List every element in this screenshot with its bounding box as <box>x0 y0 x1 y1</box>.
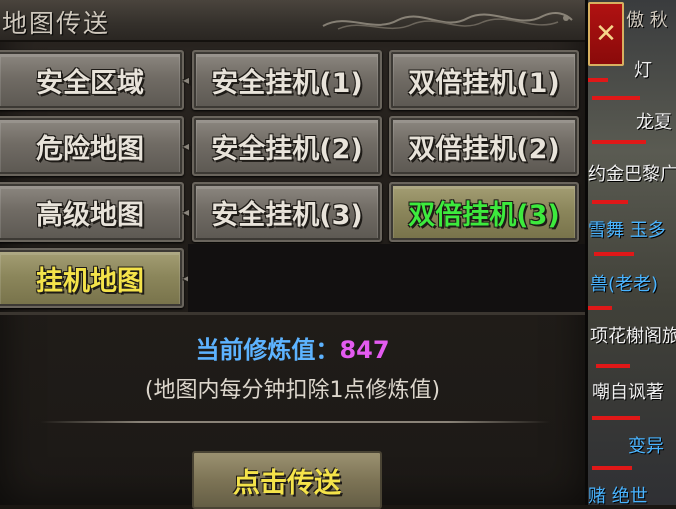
window-title: 地图传送 <box>2 9 111 38</box>
map-label: 安全挂机(2) <box>211 133 363 165</box>
tab-danger-map[interactable]: 危险地图 ◂ <box>0 116 189 176</box>
side-item: 雪舞 玉多 <box>588 220 666 241</box>
map-double-afk-1[interactable]: 双倍挂机(1) <box>389 50 579 110</box>
map-label: 安全挂机(3) <box>211 199 363 231</box>
map-label: 双倍挂机(2) <box>408 133 560 165</box>
side-item: 兽(老老) <box>590 274 659 295</box>
tab-label: 高级地图 <box>36 199 144 231</box>
cultivation-info: 当前修炼值：847 <box>0 330 585 365</box>
side-player-list: 傲 秋 灯 龙夏 约金巴黎广 雪舞 玉多 兽(老老) 项花榭阁旅 嘲自讽著 变异… <box>588 0 676 505</box>
close-button[interactable]: ✕ <box>588 2 624 66</box>
tab-label: 安全区域 <box>36 67 144 99</box>
title-bar[interactable]: 地图传送 <box>0 0 585 42</box>
tab-label: 挂机地图 <box>36 265 144 297</box>
separator <box>40 421 550 423</box>
map-double-afk-2[interactable]: 双倍挂机(2) <box>389 116 579 176</box>
map-safe-afk-2[interactable]: 安全挂机(2) <box>192 116 382 176</box>
close-icon: ✕ <box>595 19 617 49</box>
hp-bar <box>592 140 646 144</box>
tab-safe-zone[interactable]: 安全区域 ◂ <box>0 50 189 110</box>
tab-afk-map[interactable]: 挂机地图 ◂ <box>0 248 189 308</box>
empty-map-slot-area <box>188 244 585 312</box>
side-item: 变异 <box>628 436 664 457</box>
tab-arrow-icon: ◂ <box>183 73 190 87</box>
side-item: 灯 <box>634 60 652 81</box>
tab-label: 危险地图 <box>36 133 144 165</box>
tab-arrow-icon: ◂ <box>183 139 190 153</box>
side-item: 约金巴黎广 <box>588 164 676 185</box>
hp-bar <box>596 364 630 368</box>
map-safe-afk-3[interactable]: 安全挂机(3) <box>192 182 382 242</box>
side-item: 赌 绝世 <box>588 486 648 505</box>
side-item: 嘲自讽著 <box>592 382 664 403</box>
hp-bar <box>594 252 634 256</box>
cultivation-label: 当前修炼值： <box>195 336 340 364</box>
hp-bar <box>592 96 640 100</box>
teleport-button[interactable]: 点击传送 <box>192 451 382 509</box>
cost-note: (地图内每分钟扣除1点修炼值) <box>144 378 441 403</box>
tab-advanced-map[interactable]: 高级地图 ◂ <box>0 182 189 242</box>
map-label: 双倍挂机(3) <box>408 199 560 231</box>
hp-bar <box>592 416 640 420</box>
map-safe-afk-1[interactable]: 安全挂机(1) <box>192 50 382 110</box>
hp-bar <box>592 200 628 204</box>
hp-bar <box>588 78 608 82</box>
tab-arrow-icon: ◂ <box>183 205 190 219</box>
teleport-panel: 地图传送 安全区域 ◂ 危险地图 ◂ 高级地图 ◂ 挂机地图 ◂ 安全挂机(1)… <box>0 0 585 509</box>
map-label: 安全挂机(1) <box>211 67 363 99</box>
cultivation-value: 847 <box>339 336 390 364</box>
divider <box>0 312 585 315</box>
teleport-label: 点击传送 <box>233 467 341 499</box>
side-item: 龙夏 <box>636 112 672 133</box>
hp-bar <box>588 306 612 310</box>
side-item: 项花榭阁旅 <box>590 326 676 347</box>
map-double-afk-3[interactable]: 双倍挂机(3) <box>389 182 579 242</box>
side-top-text: 傲 秋 <box>626 10 668 31</box>
map-label: 双倍挂机(1) <box>408 67 560 99</box>
hp-bar <box>592 466 632 470</box>
dragon-ornament-icon <box>322 12 573 30</box>
